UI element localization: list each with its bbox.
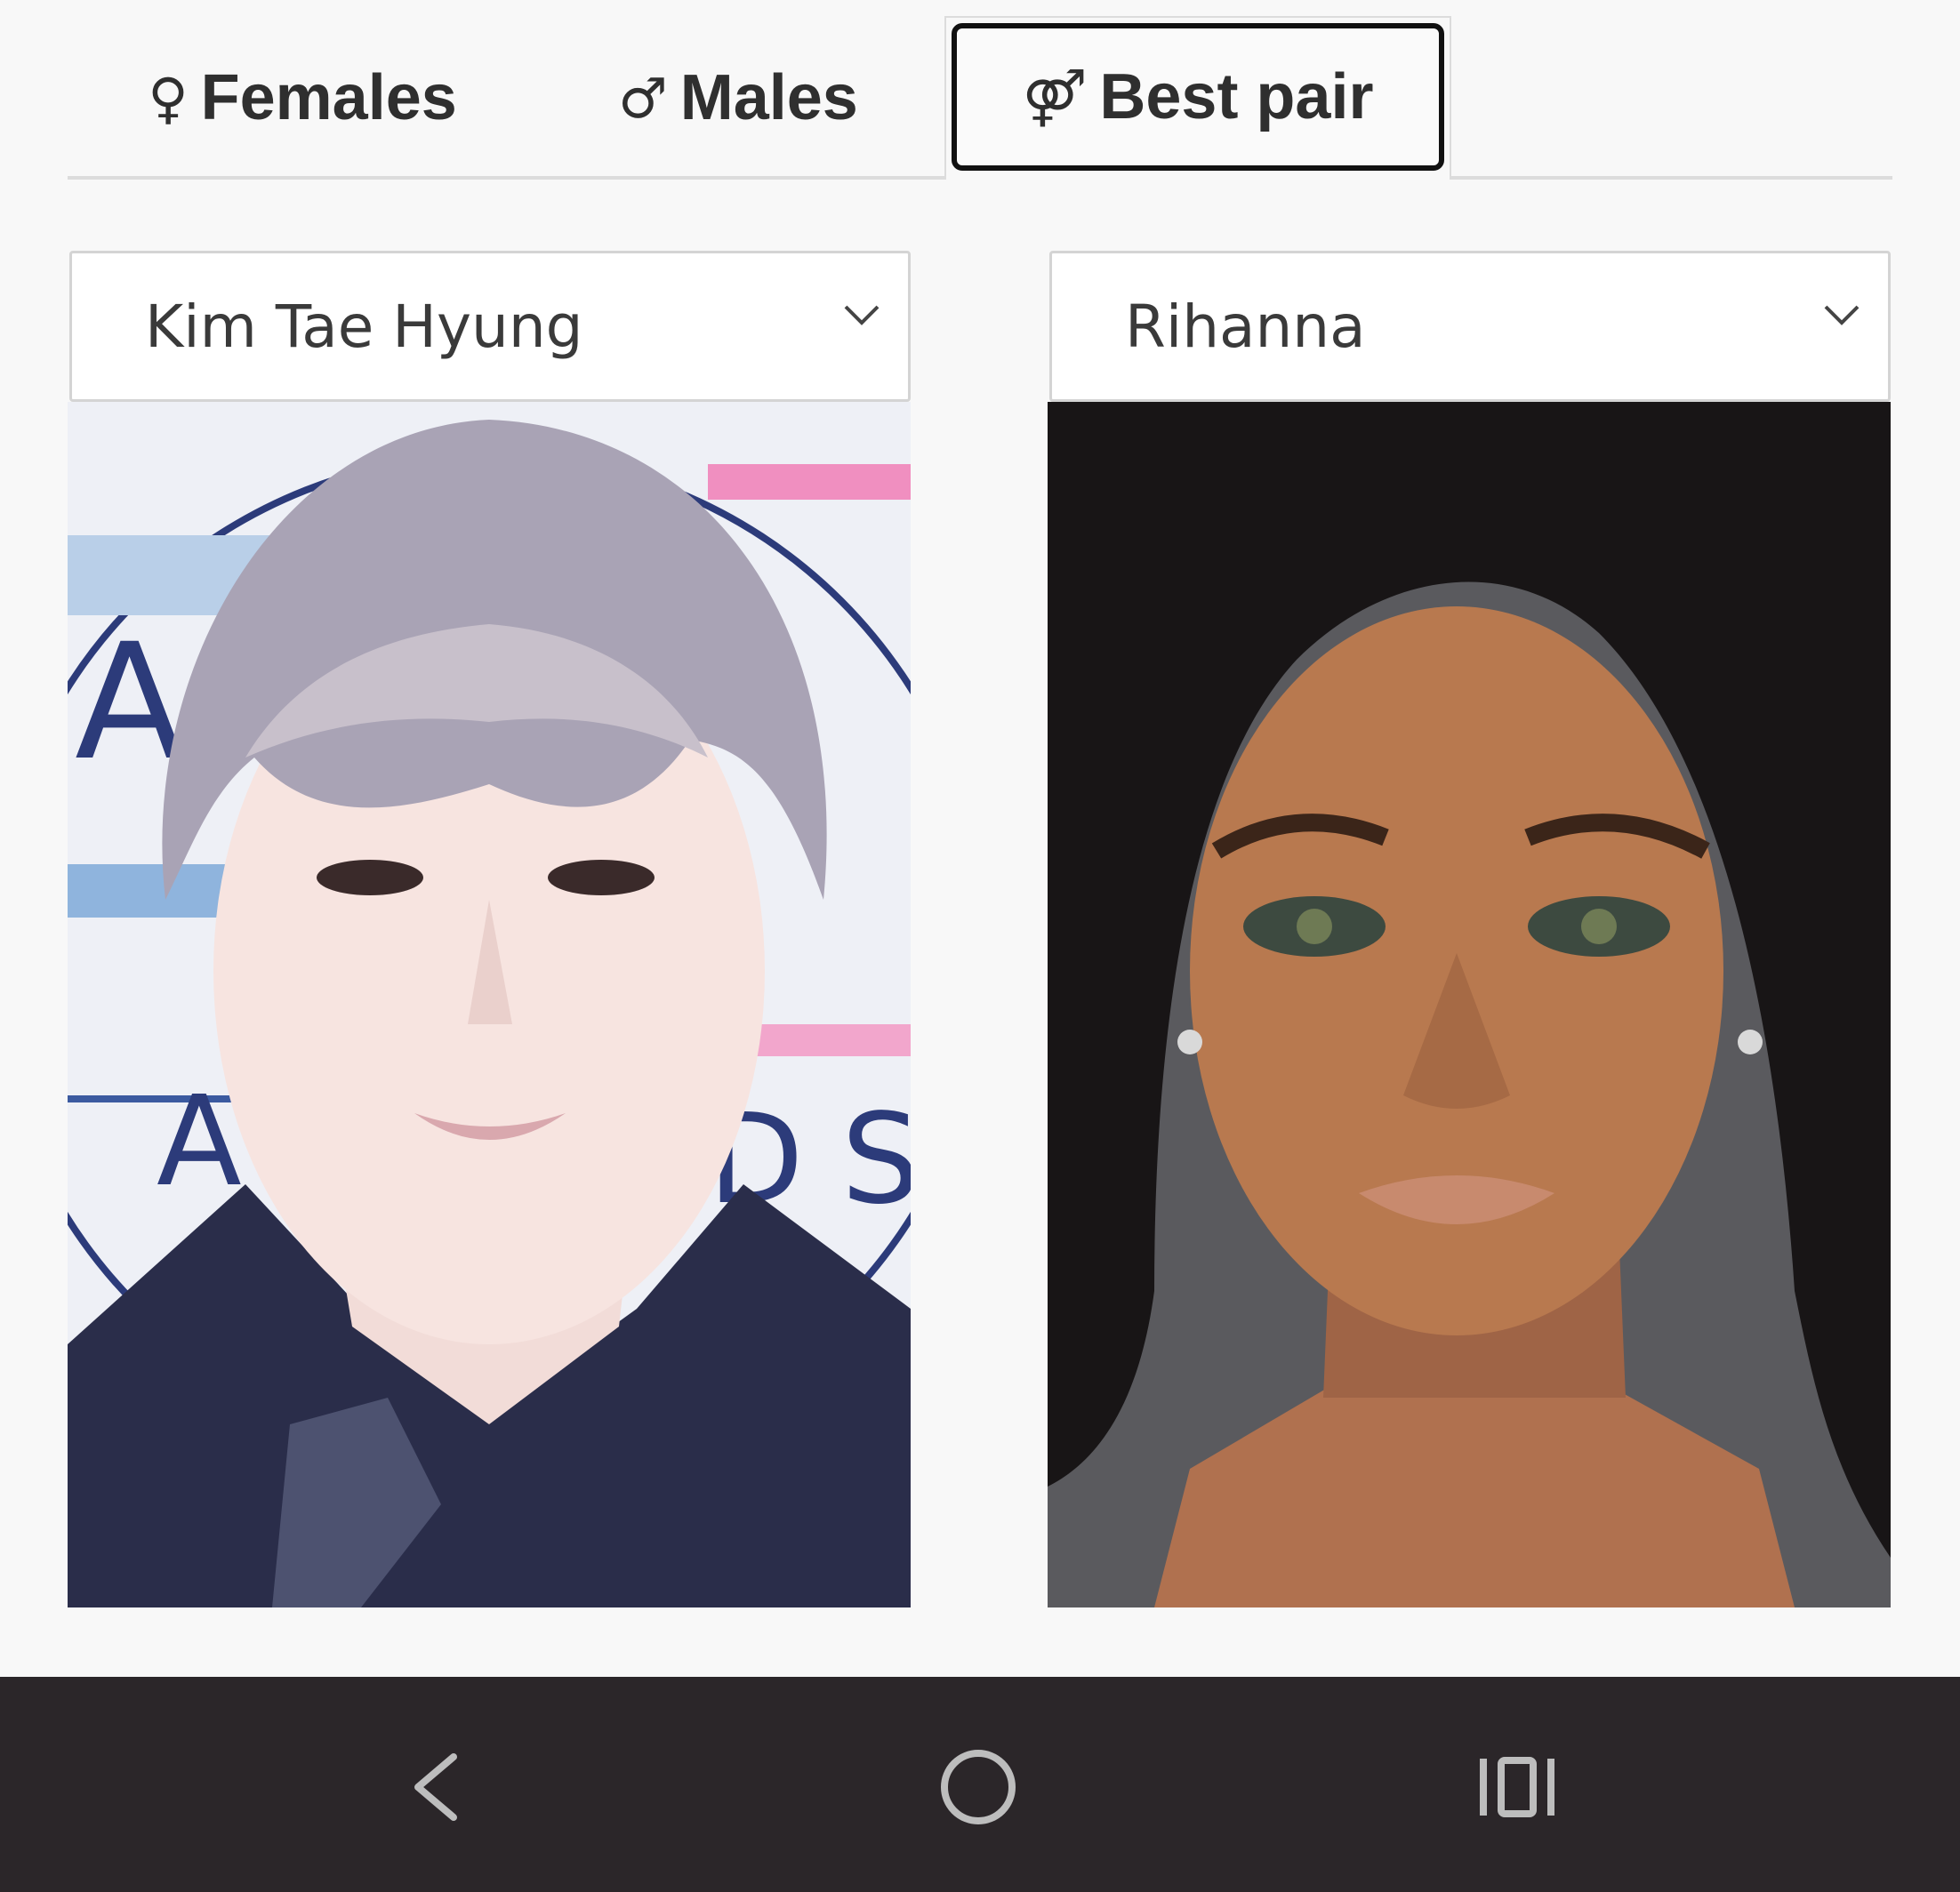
recent-apps-button[interactable] — [1455, 1723, 1579, 1848]
male-symbol-icon: ♂ — [618, 65, 668, 131]
person-select-left-value: Kim Tae Hyung — [145, 292, 583, 361]
portrait-image-left: A A D S — [68, 402, 911, 1607]
backdrop-letter: A — [75, 610, 184, 796]
person-select-right[interactable]: Rihanna — [1049, 251, 1891, 402]
tab-best-pair-label: Best pair — [1099, 61, 1374, 132]
tab-best-pair[interactable]: ⚤ Best pair — [952, 23, 1444, 171]
tab-males-label: Males — [679, 62, 858, 133]
home-button[interactable] — [916, 1723, 1040, 1848]
system-navigation-bar — [0, 1677, 1960, 1892]
person-photo-right — [1048, 402, 1891, 1607]
backdrop-letter: S — [841, 1087, 911, 1232]
recent-apps-icon — [1480, 1757, 1554, 1817]
circle-home-icon — [941, 1750, 1016, 1824]
tab-females[interactable]: ♀ Females — [116, 27, 489, 169]
tabs-divider-right — [1451, 176, 1892, 180]
app-screen: ♀ Females ♂ Males ⚤ Best pair Kim Tae Hy… — [0, 0, 1960, 1892]
person-photo-left: A A D S — [68, 402, 911, 1607]
chevron-down-icon — [1824, 305, 1860, 325]
pair-symbol-icon: ⚤ — [1022, 64, 1088, 130]
female-symbol-icon: ♀ — [148, 65, 189, 131]
person-select-left[interactable]: Kim Tae Hyung — [69, 251, 911, 402]
chevron-left-icon — [414, 1753, 457, 1821]
portrait-image-right — [1048, 402, 1891, 1607]
tab-males[interactable]: ♂ Males — [587, 27, 889, 169]
tab-females-label: Females — [200, 62, 457, 133]
tabs-divider-left — [68, 176, 944, 180]
chevron-down-icon — [844, 305, 880, 325]
person-select-right-value: Rihanna — [1125, 292, 1366, 361]
back-button[interactable] — [374, 1723, 498, 1848]
